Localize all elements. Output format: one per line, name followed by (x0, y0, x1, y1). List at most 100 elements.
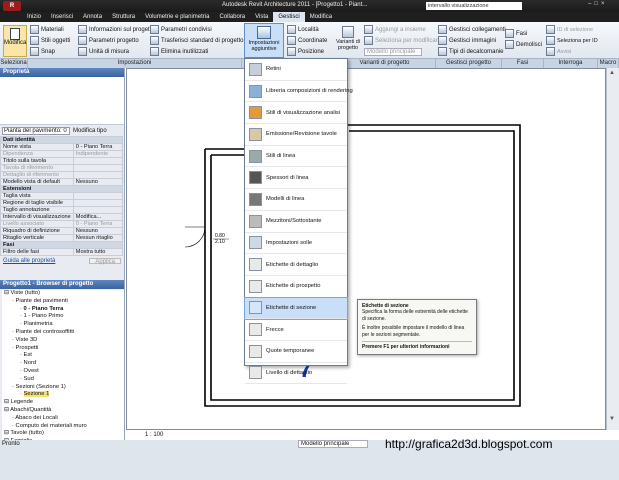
project-params-button[interactable]: Parametri progetto (78, 35, 155, 46)
demolish-button[interactable]: Demolisci (505, 39, 542, 50)
tab-modifica[interactable]: Modifica (305, 12, 337, 22)
main-model-select[interactable]: Modello principale (364, 46, 441, 57)
property-value[interactable] (72, 164, 124, 172)
materials-button[interactable]: Materiali (30, 24, 70, 35)
add-to-set-button[interactable]: Aggiungi a insieme (364, 24, 441, 35)
tree-node-icon[interactable]: · (20, 391, 24, 397)
menu-item[interactable]: Libreria composizioni di rendering (245, 81, 353, 103)
menu-item[interactable]: Etichette di prospetto (245, 276, 347, 298)
property-section[interactable]: Fasi (0, 241, 123, 249)
property-row[interactable]: Regione di taglio visibile (0, 199, 124, 207)
property-row[interactable]: Titolo sulla tavola (0, 157, 124, 165)
menu-item[interactable]: Modelli di linea (245, 189, 347, 211)
search-input[interactable]: intervallo visualizzazione (426, 2, 522, 10)
snap-button[interactable]: Snap (30, 46, 70, 57)
menu-item[interactable]: Etichette di sezione (244, 296, 348, 321)
property-value[interactable]: Nessun ritaglio (72, 234, 124, 242)
tab-collabora[interactable]: Collabora (214, 12, 250, 22)
menu-item[interactable]: Retini (245, 59, 347, 81)
shared-params-button[interactable]: Parametri condivisi (150, 24, 243, 35)
coordinates-button[interactable]: Coordinate (287, 35, 327, 46)
project-info-button[interactable]: Informazioni sul progetto (78, 24, 155, 35)
browser-item[interactable]: ⊟ Legende (2, 399, 124, 407)
menu-item[interactable]: Emissione/Revisione tavole (245, 124, 347, 146)
property-value[interactable]: Mostra tutto (72, 248, 124, 256)
property-row[interactable]: Livello associato 0 - Piano Terra (0, 220, 124, 228)
property-row[interactable]: Tavola di riferimento (0, 164, 124, 172)
property-section[interactable]: Estensioni (0, 185, 123, 193)
menu-item[interactable]: Stili di visualizzazione analisi (245, 102, 347, 125)
tab-vista[interactable]: Vista (250, 12, 273, 22)
browser-item[interactable]: ⊟ Viste (tutto) (2, 290, 124, 298)
design-options-button[interactable]: Varianti di progetto (335, 26, 361, 56)
browser-item[interactable]: · Piante dei controsoffitti (2, 329, 124, 337)
property-row[interactable]: Nome vista 0 - Piano Terra (0, 143, 124, 151)
additional-settings-button[interactable]: Impostazioni aggiuntive (244, 23, 284, 58)
decal-types-button[interactable]: Tipi di decalcomanie (438, 46, 506, 57)
modify-button[interactable]: Modifica (3, 25, 27, 57)
property-row[interactable]: Modello vista di default Nessuno (0, 178, 124, 186)
menu-item[interactable]: Spessori di linea (245, 167, 347, 190)
manage-links-button[interactable]: Gestisci collegamenti (438, 24, 506, 35)
property-row[interactable]: Intervallo di visualizzazione Modifica... (0, 213, 124, 221)
browser-item[interactable]: ⊟ Tavole (tutto) (2, 430, 124, 438)
browser-item[interactable]: · Abaco dei Locali (2, 415, 124, 423)
transfer-standards-button[interactable]: Trasferisci standard di progetto (150, 35, 243, 46)
drawing-canvas[interactable]: 0.80 2.10 7 (126, 68, 606, 430)
browser-item[interactable]: · Computo dei materiali muro (2, 423, 124, 431)
menu-item[interactable]: Quote temporanee (245, 341, 347, 363)
property-row[interactable]: Dipendenza Indipendente (0, 150, 124, 158)
type-selector[interactable]: Pianta del pavimento: 0 (2, 126, 70, 135)
scroll-down-arrow[interactable]: ▼ (609, 416, 615, 422)
property-value[interactable]: Modifica... (72, 213, 124, 221)
property-row[interactable]: Dettaglio di riferimento (0, 171, 124, 179)
tab-gestisci[interactable]: Gestisci (273, 12, 305, 22)
edit-type-button[interactable]: Modifica tipo (73, 128, 107, 134)
menu-item[interactable]: Frecce (245, 319, 347, 341)
units-button[interactable]: Unità di misura (78, 46, 155, 57)
property-row[interactable]: Taglio annotazione (0, 206, 124, 214)
property-value[interactable] (72, 199, 124, 207)
menu-item[interactable]: Mezzitoni/Sottostante (245, 211, 347, 233)
property-value[interactable]: 0 - Piano Terra (72, 220, 124, 228)
view-scale[interactable]: 1 : 100 (143, 432, 166, 438)
purge-button[interactable]: Elimina inutilizzati (150, 46, 243, 57)
selection-id-button[interactable]: ID di selezione (546, 24, 598, 35)
phases-button[interactable]: Fasi (505, 28, 542, 39)
position-button[interactable]: Posizione (287, 46, 327, 57)
browser-item[interactable]: · Piante dei pavimenti (2, 298, 124, 306)
property-row[interactable]: Dati identità (0, 136, 123, 144)
apply-button[interactable]: Applica (89, 258, 121, 265)
location-button[interactable]: Località (287, 24, 327, 35)
tab-volumetrie[interactable]: Volumetrie e planimetria (140, 12, 214, 22)
tab-inizio[interactable]: Inizio (22, 12, 46, 22)
property-value[interactable] (72, 206, 124, 214)
properties-help-link[interactable]: Guida alle proprietà (3, 258, 55, 264)
menu-item[interactable]: Impostazioni solle (245, 233, 347, 255)
browser-item[interactable]: · Nord (2, 360, 124, 368)
status-model-select[interactable]: Modello principale (298, 440, 368, 448)
browser-item[interactable]: · Sezioni (Sezione 1) (2, 384, 124, 392)
menu-item[interactable]: Stili di linea (245, 146, 347, 168)
property-row[interactable]: Riquadro di definizione Nessuno (0, 227, 124, 235)
tab-inserisci[interactable]: Inserisci (46, 12, 78, 22)
object-styles-button[interactable]: Stili oggetti (30, 35, 70, 46)
browser-item[interactable]: · 0 - Piano Terra (2, 306, 124, 314)
property-section[interactable]: Dati identità (0, 136, 123, 144)
browser-item[interactable]: · Planimetria (2, 321, 124, 329)
scroll-up-arrow[interactable]: ▲ (609, 70, 615, 76)
vertical-scrollbar[interactable]: ▲ ▼ (606, 68, 619, 430)
property-value[interactable] (72, 157, 124, 165)
warnings-button[interactable]: Avvisi (546, 46, 598, 57)
menu-item[interactable]: Etichette di dettaglio (245, 254, 347, 276)
property-value[interactable]: Nessuno (72, 227, 124, 235)
browser-item[interactable]: ⊟ Abachi/Quantità (2, 407, 124, 415)
property-row[interactable]: Taglia vista (0, 192, 124, 200)
browser-item[interactable]: · 1 - Piano Primo (2, 313, 124, 321)
pick-to-edit-button[interactable]: Seleziona per modificare (364, 35, 441, 46)
tab-struttura[interactable]: Struttura (107, 12, 140, 22)
app-logo-icon[interactable]: R (3, 1, 21, 11)
property-row[interactable]: Fasi (0, 241, 123, 249)
property-value[interactable]: 0 - Piano Terra (72, 143, 124, 151)
window-controls[interactable]: –□× (588, 1, 607, 7)
